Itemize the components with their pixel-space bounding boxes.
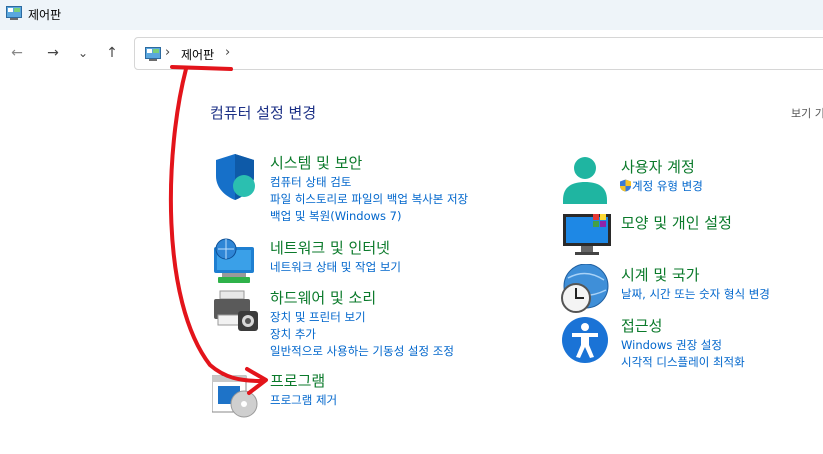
link-review-status[interactable]: 컴퓨터 상태 검토	[270, 174, 468, 191]
forward-arrow-icon[interactable]: →	[42, 42, 64, 64]
title-bar: 제어판	[0, 0, 823, 30]
link-change-date-time-format[interactable]: 날짜, 시간 또는 숫자 형식 변경	[621, 286, 770, 303]
link-optimize-display[interactable]: 시각적 디스플레이 최적화	[621, 354, 745, 371]
link-network-status[interactable]: 네트워크 상태 및 작업 보기	[270, 259, 401, 276]
uac-shield-icon	[620, 179, 631, 192]
window-title: 제어판	[28, 8, 62, 22]
category-title[interactable]: 하드웨어 및 소리	[270, 287, 376, 308]
page-heading: 컴퓨터 설정 변경	[210, 104, 317, 122]
link-backup-restore[interactable]: 백업 및 복원(Windows 7)	[270, 208, 468, 225]
link-change-account-type[interactable]: 계정 유형 변경	[619, 178, 703, 195]
address-bar[interactable]: › 제어판 ›	[134, 37, 823, 70]
accessibility-icon[interactable]	[560, 315, 610, 365]
breadcrumb-control-panel[interactable]: 제어판	[181, 46, 214, 63]
network-icon[interactable]	[212, 237, 262, 287]
link-mobility-settings[interactable]: 일반적으로 사용하는 기동성 설정 조정	[270, 343, 454, 360]
category-title[interactable]: 모양 및 개인 설정	[621, 212, 732, 233]
category-title[interactable]: 네트워크 및 인터넷	[270, 237, 390, 258]
link-devices-printers[interactable]: 장치 및 프린터 보기	[270, 309, 454, 326]
view-by-label[interactable]: 보기 기	[791, 105, 823, 121]
link-label: 계정 유형 변경	[632, 179, 703, 193]
breadcrumb-separator-icon[interactable]: ›	[165, 45, 170, 60]
breadcrumb-separator-icon[interactable]: ›	[225, 45, 230, 60]
control-panel-icon	[145, 47, 161, 61]
link-file-history[interactable]: 파일 히스토리로 파일의 백업 복사본 저장	[270, 191, 468, 208]
up-arrow-icon[interactable]: ↑	[101, 42, 123, 64]
category-title[interactable]: 사용자 계정	[621, 156, 695, 177]
category-title[interactable]: 시계 및 국가	[621, 264, 700, 285]
category-title[interactable]: 시스템 및 보안	[270, 152, 362, 173]
monitor-icon[interactable]	[563, 212, 613, 262]
recent-locations-chevron-icon[interactable]: ⌄	[72, 42, 94, 64]
shield-icon[interactable]	[212, 152, 262, 202]
category-title[interactable]: 프로그램	[270, 370, 325, 391]
printer-icon[interactable]	[212, 287, 262, 337]
link-uninstall-program[interactable]: 프로그램 제거	[270, 392, 337, 409]
link-add-device[interactable]: 장치 추가	[270, 326, 454, 343]
category-title[interactable]: 접근성	[621, 315, 662, 336]
programs-icon[interactable]	[212, 370, 262, 420]
link-windows-recommended-settings[interactable]: Windows 권장 설정	[621, 337, 745, 354]
control-panel-icon	[6, 6, 22, 20]
navigation-bar: ← → ⌄ ↑ › 제어판 ›	[0, 30, 823, 76]
back-arrow-icon[interactable]: ←	[6, 42, 28, 64]
user-icon[interactable]	[563, 156, 613, 206]
clock-icon[interactable]	[560, 264, 610, 314]
